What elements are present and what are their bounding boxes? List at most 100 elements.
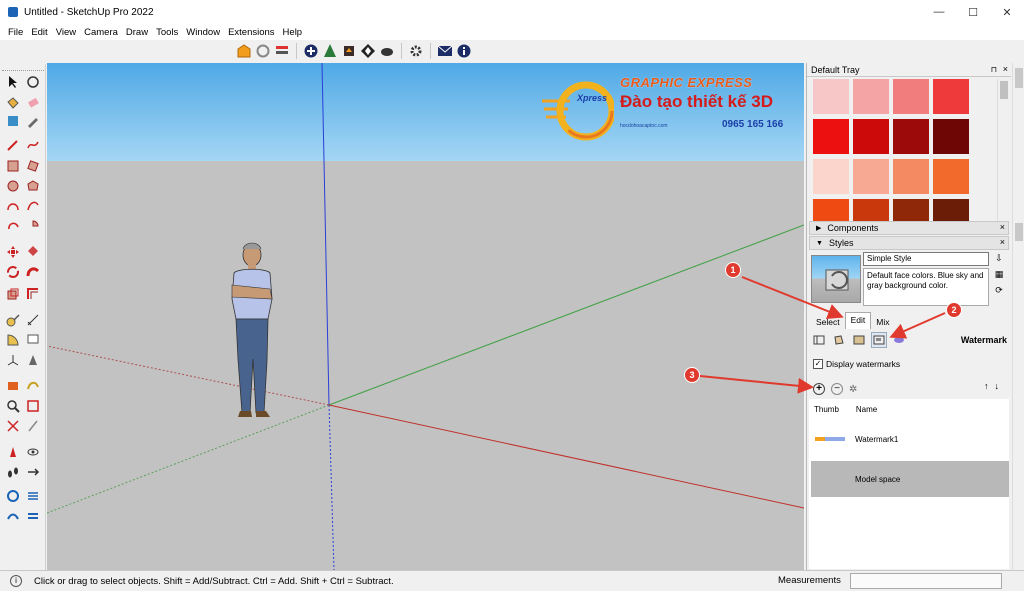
offset-icon[interactable] (25, 286, 41, 302)
tag-tool-icon[interactable] (5, 113, 21, 129)
material-swatch[interactable] (893, 159, 929, 194)
style-name-field[interactable]: Simple Style (863, 252, 989, 266)
display-watermarks-row[interactable]: ✓ Display watermarks (813, 359, 900, 369)
zoom-window-icon[interactable] (25, 398, 41, 414)
update-style-icon[interactable]: ▦ (993, 269, 1005, 281)
list-item[interactable]: Watermark1 (811, 421, 1009, 457)
zoom-icon[interactable] (5, 398, 21, 414)
3d-viewport[interactable]: Xpress GRAPHIC EXPRESS Đào tạo thiết kế … (47, 63, 804, 570)
material-swatch[interactable] (853, 159, 889, 194)
person-figure[interactable] (220, 241, 290, 421)
material-swatch[interactable] (933, 79, 969, 114)
material-swatch[interactable] (813, 79, 849, 114)
menu-camera[interactable]: Camera (80, 27, 122, 38)
rectangle-icon[interactable] (5, 158, 21, 174)
line-pencil-icon[interactable] (5, 137, 21, 153)
settings-gear-icon[interactable] (408, 43, 424, 59)
look-around-icon[interactable] (25, 444, 41, 460)
style-thumbnail[interactable] (811, 255, 861, 303)
section-arrow-icon[interactable] (25, 464, 41, 480)
push-pull-icon[interactable] (25, 244, 41, 260)
three-point-arc-icon[interactable] (5, 218, 21, 234)
material-swatch[interactable] (813, 159, 849, 194)
components-close-icon[interactable]: × (1000, 222, 1005, 232)
cloud-icon[interactable] (379, 43, 395, 59)
sample-paint-icon[interactable] (25, 113, 41, 129)
checker-icon[interactable] (360, 43, 376, 59)
styles-header[interactable]: ▼ Styles × (809, 236, 1009, 250)
dimension-icon[interactable] (25, 312, 41, 328)
update-refresh-icon[interactable]: ⟳ (993, 285, 1005, 297)
remove-watermark-icon[interactable]: − (831, 383, 843, 395)
text-tool-icon[interactable] (25, 332, 41, 348)
polygon-icon[interactable] (25, 178, 41, 194)
sandbox-from-contours-icon[interactable] (5, 488, 21, 504)
menu-edit[interactable]: Edit (27, 27, 51, 38)
material-swatch[interactable] (933, 119, 969, 154)
scale-icon[interactable] (5, 286, 21, 302)
walk-icon[interactable] (5, 464, 21, 480)
orbit-icon[interactable] (25, 378, 41, 394)
follow-me-icon[interactable] (25, 264, 41, 280)
edit-watermark-gear-icon[interactable]: ✲ (849, 384, 857, 395)
axes-icon[interactable] (5, 352, 21, 368)
smoove-icon[interactable] (5, 508, 21, 524)
add-watermark-icon[interactable]: + (813, 383, 825, 395)
measurements-input[interactable] (850, 573, 1002, 589)
extension-warehouse-icon[interactable] (274, 43, 290, 59)
select-arrow-icon[interactable] (5, 74, 21, 90)
eraser-icon[interactable] (25, 95, 41, 111)
material-swatch[interactable] (813, 119, 849, 154)
menu-extensions[interactable]: Extensions (224, 27, 278, 38)
material-swatch[interactable] (893, 119, 929, 154)
warehouse-icon[interactable] (236, 43, 252, 59)
photo-textures-icon[interactable] (341, 43, 357, 59)
menu-help[interactable]: Help (279, 27, 307, 38)
terrain-icon[interactable] (322, 43, 338, 59)
minimize-button[interactable]: — (922, 0, 956, 24)
info-status-icon[interactable]: i (10, 575, 22, 587)
menu-window[interactable]: Window (182, 27, 224, 38)
menu-tools[interactable]: Tools (152, 27, 182, 38)
material-swatch[interactable] (893, 79, 929, 114)
circle-icon[interactable] (5, 178, 21, 194)
pan-icon[interactable] (25, 418, 41, 434)
mail-icon[interactable] (437, 43, 453, 59)
maximize-button[interactable]: ☐ (956, 0, 990, 24)
menu-draw[interactable]: Draw (122, 27, 152, 38)
two-point-arc-icon[interactable] (25, 198, 41, 214)
add-location-icon[interactable] (303, 43, 319, 59)
arc-icon[interactable] (5, 198, 21, 214)
protractor-icon[interactable] (5, 332, 21, 348)
tape-measure-icon[interactable] (5, 312, 21, 328)
tray-scrollbar[interactable] (1012, 63, 1024, 570)
styles-close-icon[interactable]: × (1000, 237, 1005, 247)
move-watermark-arrows-icon[interactable]: ↑↓ (984, 381, 1005, 391)
material-swatch[interactable] (853, 79, 889, 114)
edge-settings-icon[interactable] (811, 332, 827, 348)
menu-view[interactable]: View (52, 27, 80, 38)
stamp-icon[interactable] (25, 508, 41, 524)
menu-file[interactable]: File (4, 27, 27, 38)
close-button[interactable]: ✕ (990, 0, 1024, 24)
rotate-icon[interactable] (5, 264, 21, 280)
modeling-settings-icon[interactable] (891, 332, 907, 348)
lasso-select-icon[interactable] (25, 74, 41, 90)
material-swatch[interactable] (933, 159, 969, 194)
display-watermarks-checkbox[interactable]: ✓ (813, 359, 823, 369)
section-plane-icon[interactable] (5, 378, 21, 394)
move-icon[interactable] (5, 244, 21, 260)
info-icon[interactable] (456, 43, 472, 59)
3d-text-icon[interactable] (25, 352, 41, 368)
material-swatch[interactable] (853, 119, 889, 154)
position-camera-icon[interactable] (5, 444, 21, 460)
background-settings-icon[interactable] (851, 332, 867, 348)
pin-icon[interactable]: ⊓ (991, 65, 997, 74)
components-header[interactable]: ▶ Components × (809, 221, 1009, 235)
tray-close-icon[interactable]: × (1003, 64, 1008, 74)
watermark-settings-icon[interactable] (871, 332, 887, 348)
rotated-rectangle-icon[interactable] (25, 158, 41, 174)
style-description-field[interactable]: Default face colors. Blue sky and gray b… (863, 268, 989, 306)
paint-bucket-icon[interactable] (5, 95, 21, 111)
share-model-icon[interactable] (255, 43, 271, 59)
